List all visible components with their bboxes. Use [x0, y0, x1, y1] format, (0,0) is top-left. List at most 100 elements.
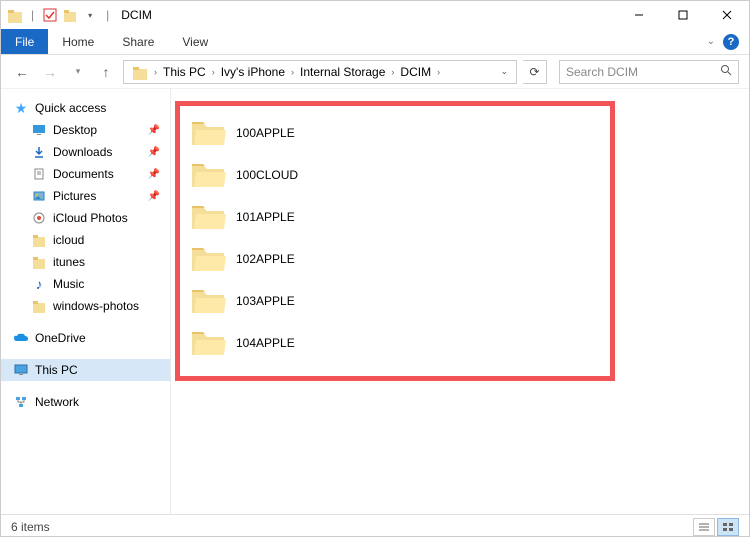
sidebar-item-label: Downloads — [53, 145, 112, 159]
sidebar-onedrive[interactable]: OneDrive — [1, 327, 170, 349]
breadcrumb-segment[interactable]: This PC — [159, 65, 210, 79]
search-box[interactable]: Search DCIM — [559, 60, 739, 84]
sidebar-item-label: icloud — [53, 233, 84, 247]
back-button[interactable]: ← — [11, 61, 33, 83]
folder-icon — [190, 160, 226, 190]
chevron-right-icon[interactable]: › — [391, 67, 394, 77]
folder-name: 100APPLE — [236, 126, 295, 140]
folder-icon — [190, 202, 226, 232]
search-placeholder: Search DCIM — [566, 65, 638, 79]
breadcrumb-label: DCIM — [400, 65, 431, 79]
desktop-icon — [31, 122, 47, 138]
breadcrumb-label: Internal Storage — [300, 65, 385, 79]
music-icon: ♪ — [31, 276, 47, 292]
sidebar-item-desktop[interactable]: Desktop 📌 — [1, 119, 170, 141]
tab-home[interactable]: Home — [48, 29, 108, 54]
star-icon: ★ — [13, 100, 29, 116]
ribbon-expand-icon[interactable]: ⌄ — [707, 36, 715, 47]
refresh-button[interactable]: ⟳ — [523, 60, 547, 84]
pin-icon: 📌 — [148, 191, 160, 202]
up-button[interactable]: ↑ — [95, 61, 117, 83]
sidebar-item-label: iCloud Photos — [53, 211, 128, 225]
content-pane[interactable]: 100APPLE 100CLOUD 101APPLE 102APPLE — [171, 89, 749, 514]
folder-name: 102APPLE — [236, 252, 295, 266]
folder-icon — [190, 328, 226, 358]
tab-share[interactable]: Share — [108, 29, 168, 54]
chevron-right-icon[interactable]: › — [212, 67, 215, 77]
sidebar-item-icloud[interactable]: icloud — [1, 229, 170, 251]
chevron-right-icon[interactable]: › — [437, 67, 440, 77]
tab-view[interactable]: View — [168, 29, 222, 54]
qat-separator-2: | — [106, 8, 109, 22]
folder-icon — [190, 286, 226, 316]
folder-item[interactable]: 103APPLE — [186, 280, 396, 322]
sidebar-quick-access[interactable]: ★ Quick access — [1, 97, 170, 119]
onedrive-icon — [13, 330, 29, 346]
sidebar-item-pictures[interactable]: Pictures 📌 — [1, 185, 170, 207]
address-dropdown-icon[interactable]: ⌄ — [496, 66, 512, 77]
folder-item[interactable]: 104APPLE — [186, 322, 396, 364]
breadcrumb-segment[interactable]: Internal Storage — [296, 65, 389, 79]
sidebar-item-windows-photos[interactable]: windows-photos — [1, 295, 170, 317]
forward-button[interactable]: → — [39, 61, 61, 83]
qat-newfolder-icon[interactable] — [62, 7, 78, 23]
sidebar: ★ Quick access Desktop 📌 Downloads 📌 — [1, 89, 171, 514]
folder-icon — [31, 232, 47, 248]
status-text: 6 items — [11, 520, 50, 534]
close-button[interactable] — [705, 1, 749, 29]
folder-item[interactable]: 102APPLE — [186, 238, 396, 280]
folder-name: 101APPLE — [236, 210, 295, 224]
pin-icon: 📌 — [148, 125, 160, 136]
view-details-button[interactable] — [693, 518, 715, 536]
sidebar-this-pc[interactable]: This PC — [1, 359, 170, 381]
folder-item[interactable]: 101APPLE — [186, 196, 396, 238]
navbar: ← → ▾ ↑ › This PC › Ivy's iPhone › Inter… — [1, 55, 749, 89]
chevron-right-icon[interactable]: › — [154, 67, 157, 77]
folder-app-icon — [7, 7, 23, 23]
qat-properties-icon[interactable] — [42, 7, 58, 23]
breadcrumb-label: Ivy's iPhone — [221, 65, 285, 79]
pictures-icon — [31, 188, 47, 204]
sidebar-item-label: Pictures — [53, 189, 96, 203]
view-large-icons-button[interactable] — [717, 518, 739, 536]
statusbar: 6 items — [1, 514, 749, 538]
help-icon[interactable]: ? — [723, 34, 739, 50]
breadcrumb-label: This PC — [163, 65, 206, 79]
folder-icon — [190, 244, 226, 274]
sidebar-item-label: Documents — [53, 167, 114, 181]
sidebar-network[interactable]: Network — [1, 391, 170, 413]
folder-item[interactable]: 100APPLE — [186, 112, 396, 154]
sidebar-item-documents[interactable]: Documents 📌 — [1, 163, 170, 185]
recent-dropdown[interactable]: ▾ — [67, 61, 89, 83]
search-icon — [720, 64, 732, 79]
sidebar-group-label: Quick access — [35, 101, 106, 115]
sidebar-item-itunes[interactable]: itunes — [1, 251, 170, 273]
network-icon — [13, 394, 29, 410]
file-tab[interactable]: File — [1, 29, 48, 54]
window-title: DCIM — [121, 8, 152, 22]
sidebar-item-label: Music — [53, 277, 84, 291]
sidebar-item-label: itunes — [53, 255, 85, 269]
maximize-button[interactable] — [661, 1, 705, 29]
annotation-highlight-box: 100APPLE 100CLOUD 101APPLE 102APPLE — [175, 101, 615, 381]
folder-icon — [190, 118, 226, 148]
this-pc-icon — [13, 362, 29, 378]
sidebar-item-icloud-photos[interactable]: iCloud Photos — [1, 207, 170, 229]
minimize-button[interactable] — [617, 1, 661, 29]
sidebar-item-music[interactable]: ♪ Music — [1, 273, 170, 295]
breadcrumb-segment[interactable]: DCIM — [396, 65, 435, 79]
sidebar-item-downloads[interactable]: Downloads 📌 — [1, 141, 170, 163]
chevron-right-icon[interactable]: › — [291, 67, 294, 77]
folder-icon — [31, 298, 47, 314]
folder-name: 103APPLE — [236, 294, 295, 308]
documents-icon — [31, 166, 47, 182]
sidebar-group-label: OneDrive — [35, 331, 86, 345]
folder-item[interactable]: 100CLOUD — [186, 154, 396, 196]
icloud-photos-icon — [31, 210, 47, 226]
breadcrumb-segment[interactable]: Ivy's iPhone — [217, 65, 289, 79]
qat-dropdown-icon[interactable]: ▾ — [82, 7, 98, 23]
qat-separator: | — [31, 8, 34, 22]
folder-name: 104APPLE — [236, 336, 295, 350]
sidebar-group-label: This PC — [35, 363, 78, 377]
address-bar[interactable]: › This PC › Ivy's iPhone › Internal Stor… — [123, 60, 517, 84]
